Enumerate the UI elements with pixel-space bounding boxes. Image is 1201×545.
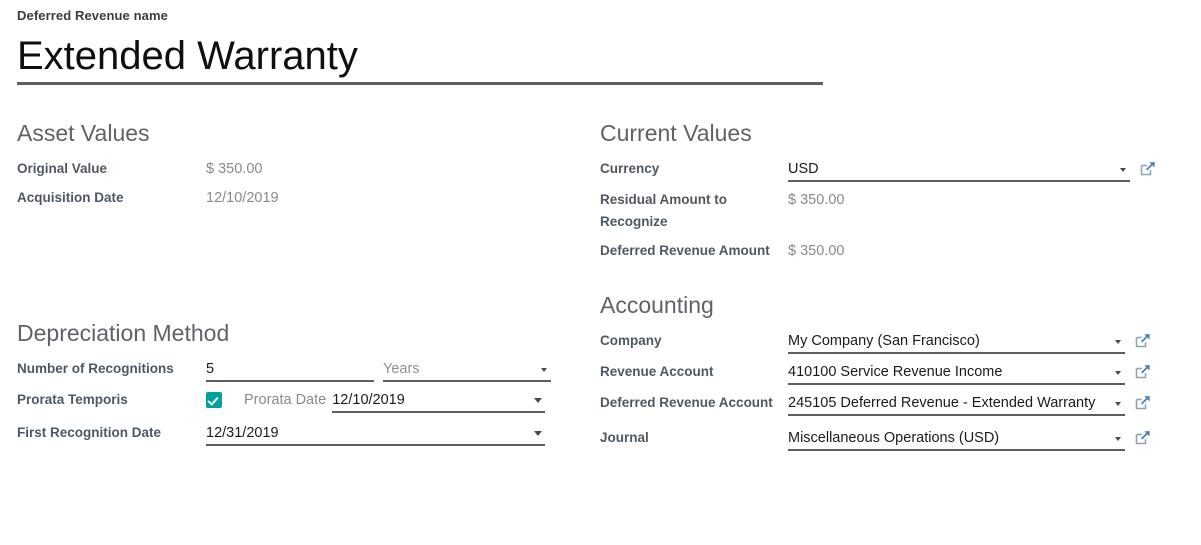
revenue-account-value: 410100 Service Revenue Income — [788, 362, 1125, 382]
chevron-down-icon — [1115, 371, 1121, 375]
group-asset-values: Asset Values Original Value $ 350.00 Acq… — [17, 118, 583, 209]
external-link-icon[interactable] — [1135, 332, 1152, 349]
prorata-temporis-checkbox[interactable] — [206, 392, 222, 408]
prorata-date-label: Prorata Date — [244, 389, 326, 411]
residual-amount-label: Residual Amount to Recognize — [600, 189, 788, 233]
original-value-label: Original Value — [17, 158, 206, 180]
chevron-down-icon — [534, 398, 542, 403]
title-field-wrapper[interactable]: Extended Warranty — [17, 32, 823, 85]
first-recognition-date-input[interactable]: 12/31/2019 — [206, 422, 545, 446]
original-value-value: $ 350.00 — [206, 158, 262, 180]
current-values-heading: Current Values — [600, 118, 1201, 148]
chevron-down-icon — [1115, 437, 1121, 441]
group-accounting: Accounting Company My Company (San Franc… — [600, 290, 1201, 451]
chevron-down-icon — [534, 431, 542, 436]
chevron-down-icon — [541, 368, 547, 372]
journal-label: Journal — [600, 427, 788, 449]
accounting-heading: Accounting — [600, 290, 1201, 320]
right-column: Current Values Currency USD — [583, 118, 1201, 458]
first-recognition-date-value: 12/31/2019 — [206, 423, 545, 443]
deferred-revenue-form: Deferred Revenue name Extended Warranty … — [0, 0, 1201, 545]
company-value: My Company (San Francisco) — [788, 331, 1125, 351]
row-first-recognition-date: First Recognition Date 12/31/2019 — [17, 422, 583, 446]
deferred-revenue-amount-label: Deferred Revenue Amount — [600, 240, 788, 262]
currency-label: Currency — [600, 158, 788, 180]
acquisition-date-label: Acquisition Date — [17, 187, 206, 209]
form-columns: Asset Values Original Value $ 350.00 Acq… — [0, 118, 1201, 458]
group-depreciation-method: Depreciation Method Number of Recognitio… — [17, 318, 583, 446]
recognition-unit-value: Years — [383, 359, 551, 379]
prorata-date-value: 12/10/2019 — [332, 390, 545, 410]
acquisition-date-value: 12/10/2019 — [206, 187, 279, 209]
first-recognition-date-label: First Recognition Date — [17, 422, 206, 444]
row-deferred-revenue-account: Deferred Revenue Account 245105 Deferred… — [600, 392, 1201, 416]
prorata-temporis-label: Prorata Temporis — [17, 389, 206, 411]
asset-values-heading: Asset Values — [17, 118, 583, 148]
recognition-unit-select[interactable]: Years — [383, 358, 551, 382]
left-column: Asset Values Original Value $ 350.00 Acq… — [0, 118, 583, 458]
deferred-revenue-account-value: 245105 Deferred Revenue - Extended Warra… — [788, 393, 1125, 413]
row-original-value: Original Value $ 350.00 — [17, 158, 583, 180]
number-of-recognitions-value: 5 — [206, 359, 374, 379]
deferred-revenue-name-input[interactable]: Extended Warranty — [17, 32, 823, 80]
row-revenue-account: Revenue Account 410100 Service Revenue I… — [600, 361, 1201, 385]
row-company: Company My Company (San Francisco) — [600, 330, 1201, 354]
company-label: Company — [600, 330, 788, 352]
row-number-of-recognitions: Number of Recognitions 5 Years — [17, 358, 583, 382]
journal-value: Miscellaneous Operations (USD) — [788, 428, 1125, 448]
revenue-account-label: Revenue Account — [600, 361, 788, 383]
external-link-icon[interactable] — [1140, 160, 1157, 177]
chevron-down-icon — [1115, 402, 1121, 406]
chevron-down-icon — [1115, 340, 1121, 344]
residual-amount-value: $ 350.00 — [788, 189, 844, 211]
number-of-recognitions-label: Number of Recognitions — [17, 358, 206, 380]
prorata-date-input[interactable]: 12/10/2019 — [332, 389, 545, 413]
external-link-icon[interactable] — [1135, 429, 1152, 446]
number-of-recognitions-input[interactable]: 5 — [206, 358, 374, 382]
group-current-values: Current Values Currency USD — [600, 118, 1201, 262]
deferred-revenue-account-select[interactable]: 245105 Deferred Revenue - Extended Warra… — [788, 392, 1125, 416]
external-link-icon[interactable] — [1135, 394, 1152, 411]
currency-select[interactable]: USD — [788, 158, 1130, 182]
external-link-icon[interactable] — [1135, 363, 1152, 380]
row-residual-amount: Residual Amount to Recognize $ 350.00 — [600, 189, 1201, 233]
deferred-revenue-account-label: Deferred Revenue Account — [600, 392, 788, 414]
currency-value: USD — [788, 159, 1130, 179]
row-acquisition-date: Acquisition Date 12/10/2019 — [17, 187, 583, 209]
company-select[interactable]: My Company (San Francisco) — [788, 330, 1125, 354]
page-title-label: Deferred Revenue name — [17, 8, 1201, 24]
row-deferred-revenue-amount: Deferred Revenue Amount $ 350.00 — [600, 240, 1201, 262]
depreciation-method-heading: Depreciation Method — [17, 318, 583, 348]
form-title-block: Deferred Revenue name Extended Warranty — [0, 0, 1201, 85]
deferred-revenue-amount-value: $ 350.00 — [788, 240, 844, 262]
row-prorata-temporis: Prorata Temporis Prorata Date 12/10/2019 — [17, 389, 583, 413]
revenue-account-select[interactable]: 410100 Service Revenue Income — [788, 361, 1125, 385]
chevron-down-icon — [1120, 168, 1126, 172]
row-currency: Currency USD — [600, 158, 1201, 182]
journal-select[interactable]: Miscellaneous Operations (USD) — [788, 427, 1125, 451]
row-journal: Journal Miscellaneous Operations (USD) — [600, 427, 1201, 451]
